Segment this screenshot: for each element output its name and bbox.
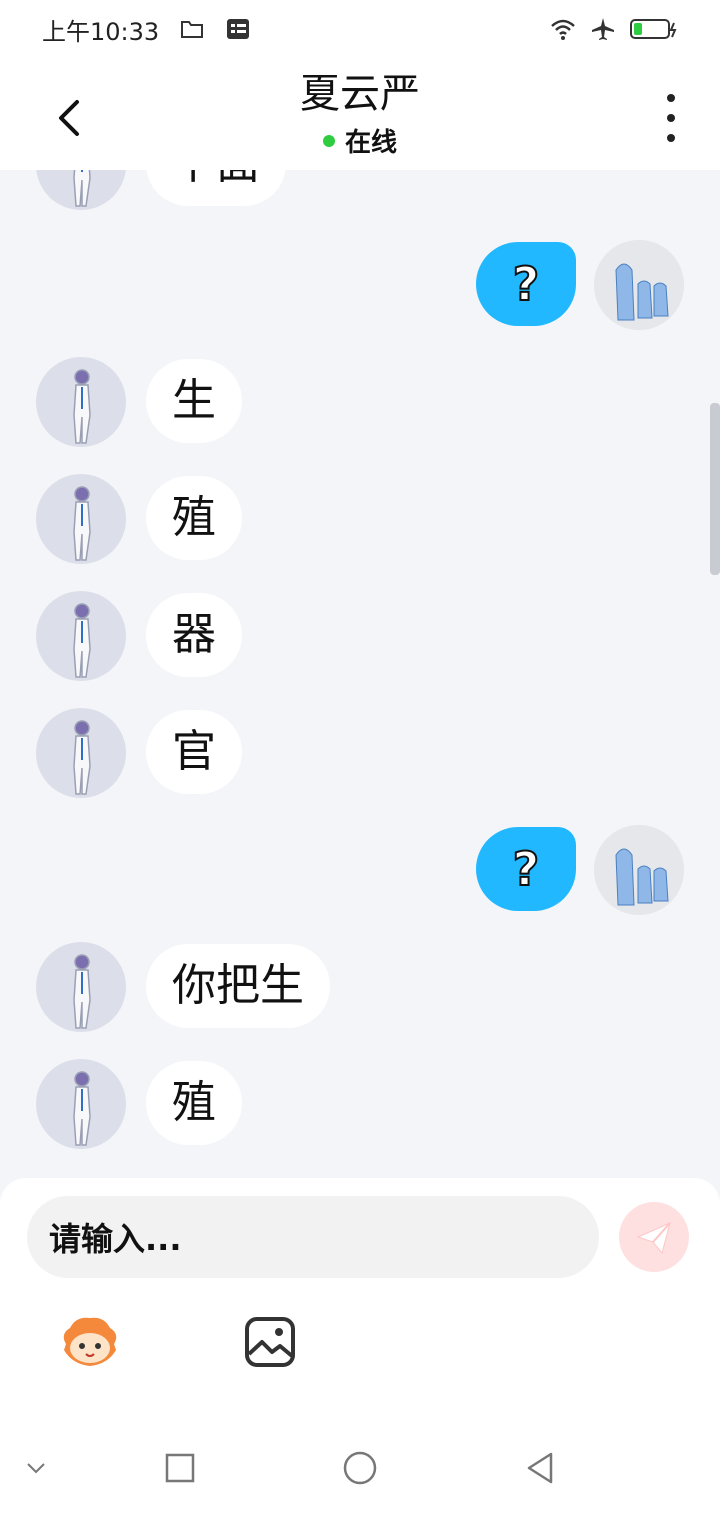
dot (667, 134, 675, 142)
online-status-label: 在线 (344, 128, 397, 158)
message-input-placeholder: 请输入... (49, 1220, 182, 1258)
contact-avatar[interactable] (36, 708, 126, 798)
image-icon (245, 1317, 295, 1367)
more-options-button[interactable] (656, 94, 686, 142)
dot (667, 114, 675, 122)
message-incoming: 生 (0, 357, 720, 449)
message-bubble: 下面 (146, 170, 286, 206)
message-incoming: 殖 (0, 474, 720, 566)
message-incoming: 你把生 (0, 942, 720, 1034)
message-bubble: 殖 (146, 476, 242, 560)
contact-avatar[interactable] (36, 942, 126, 1032)
message-bubble: 你把生 (146, 944, 330, 1028)
chat-header: 夏云严 在线 (0, 58, 720, 170)
message-incoming: 器 (0, 591, 720, 683)
notification-icon (227, 19, 250, 39)
message-outgoing: ? (0, 240, 720, 332)
message-bubble: ? (476, 242, 576, 326)
airplane-icon (592, 18, 614, 40)
send-button[interactable] (619, 1202, 689, 1272)
nav-collapse-button[interactable] (16, 1448, 56, 1488)
message-bubble: 殖 (146, 1061, 242, 1145)
nav-recents-button[interactable] (160, 1448, 200, 1488)
user-avatar[interactable] (594, 825, 684, 915)
chat-scrollbar[interactable] (710, 403, 720, 575)
message-input[interactable]: 请输入... (27, 1196, 599, 1278)
battery-icon (630, 19, 677, 39)
contact-avatar[interactable] (36, 591, 126, 681)
title-wrap: 夏云严 在线 (0, 70, 720, 159)
emoji-button[interactable] (58, 1314, 122, 1370)
square-icon (165, 1453, 195, 1483)
contact-avatar[interactable] (36, 357, 126, 447)
message-bubble: 生 (146, 359, 242, 443)
nav-home-button[interactable] (340, 1448, 380, 1488)
chevron-down-icon (27, 1463, 45, 1474)
contact-avatar[interactable] (36, 474, 126, 564)
message-bubble: 器 (146, 593, 242, 677)
nav-back-button[interactable] (520, 1448, 560, 1488)
image-button[interactable] (244, 1316, 296, 1368)
folder-icon (181, 21, 204, 38)
message-bubble: 官 (146, 710, 242, 794)
circle-icon (343, 1451, 377, 1485)
message-incoming: 下面 (0, 170, 720, 212)
user-avatar[interactable] (594, 240, 684, 330)
message-incoming: 官 (0, 708, 720, 800)
status-bar: 上午10:33 (0, 0, 720, 58)
emoji-icon (63, 1317, 117, 1366)
message-bubble: ? (476, 827, 576, 911)
message-outgoing: ? (0, 825, 720, 917)
message-incoming: 殖 (0, 1059, 720, 1151)
send-icon (636, 1222, 671, 1255)
contact-avatar[interactable] (36, 170, 126, 210)
input-panel: 请输入... (0, 1178, 720, 1418)
contact-avatar[interactable] (36, 1059, 126, 1149)
dot (667, 94, 675, 102)
online-status: 在线 (0, 122, 720, 159)
online-dot (322, 134, 335, 147)
triangle-back-icon (527, 1452, 553, 1484)
status-time: 上午10:33 (42, 17, 160, 46)
contact-name: 夏云严 (300, 71, 420, 117)
wifi-icon (551, 19, 575, 40)
system-nav-bar (0, 1418, 720, 1520)
chat-messages[interactable]: 下面 ? 生 殖 器 官 ? (0, 170, 720, 1180)
